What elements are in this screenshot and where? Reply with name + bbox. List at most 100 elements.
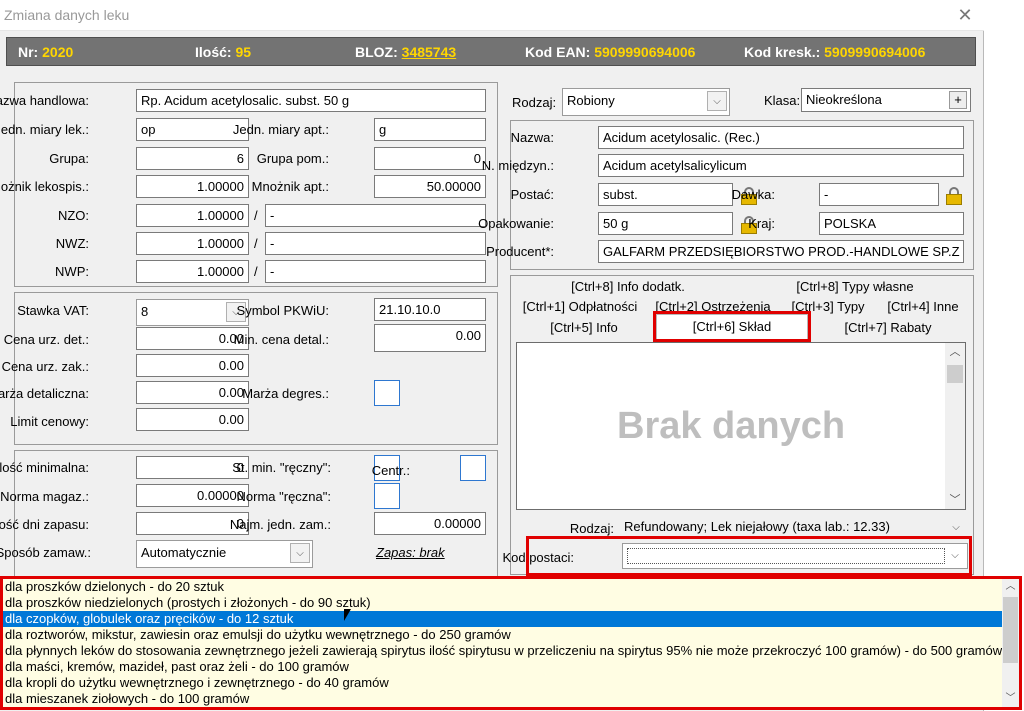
nwp-label: NWP: [55,264,89,279]
nazwa-input[interactable]: Acidum acetylosalic. (Rec.) [598,126,964,149]
nzo-input[interactable]: 1.00000 [136,204,249,227]
nzo-label: NZO: [57,208,89,223]
nwp-extra-input[interactable]: - [265,260,486,283]
content-scrollbar[interactable]: ︿ ﹀ [945,343,965,509]
scroll-thumb[interactable] [1003,597,1018,663]
vat-select[interactable]: 8 ⌵ [136,299,249,326]
sklad-content: Brak danych ︿ ﹀ [516,342,966,510]
window-title: Zmiana danych leku [4,7,130,23]
nwp-input[interactable]: 1.00000 [136,260,249,283]
chevron-down-icon[interactable]: ⌵ [290,543,310,563]
dropdown-option-list: dla proszków dzielonych - do 20 sztuk dla… [3,579,1019,707]
rodzaj-value: Robiony [567,93,615,108]
chevron-down-icon[interactable]: ⌵ [946,518,966,538]
kod-postaci-select[interactable]: ⌵ [622,543,968,569]
title-bar: Zmiana danych leku ✕ [0,0,984,31]
dawka-label: Dawka: [731,187,775,202]
klasa-label: Klasa: [764,93,801,108]
dni-label: Ilość dni zapasu: [0,517,89,532]
klasa-input[interactable]: Nieokreślona + [801,88,971,112]
nwz-input[interactable]: 1.00000 [136,232,249,255]
mnoznik-lek-input[interactable]: 1.00000 [136,175,249,198]
nzo-extra-input[interactable]: - [265,204,486,227]
grupa-input[interactable]: 6 [136,147,249,170]
nwz-extra-input[interactable]: - [265,232,486,255]
zapas-link[interactable]: Zapas: brak [376,545,445,560]
bloz-link[interactable]: 3485743 [402,44,457,60]
mnoznik-apt-input[interactable]: 50.00000 [374,175,486,198]
rodzaj-label: Rodzaj: [512,95,557,110]
klasa-value: Nieokreślona [806,92,882,107]
pkwiu-label: Symbol PKWiU: [236,303,329,318]
lock-icon[interactable] [946,187,962,205]
pkwiu-input[interactable]: 21.10.10.0 [374,298,486,321]
cena-det-input[interactable]: 0.00 [136,327,249,350]
kod-postaci-focus [627,548,945,564]
postac-label: Postać: [510,187,554,202]
scroll-up-icon[interactable]: ︿ [945,343,965,361]
kod-postaci-label: Kod postaci: [502,550,574,565]
dropdown-option[interactable]: dla proszków dzielonych - do 20 sztuk [3,579,1019,595]
dawka-input[interactable]: - [819,183,939,206]
limit-input[interactable]: 0.00 [136,408,249,431]
grupa-pom-input[interactable]: 0 [374,147,486,170]
dropdown-scrollbar[interactable]: ︿ ﹀ [1002,579,1019,707]
rodzaj-select[interactable]: Robiony ⌵ [562,88,730,116]
nwz-slash: / [254,236,258,251]
dropdown-option[interactable]: dla kropli do użytku wewnętrznego i zewn… [3,675,1019,691]
tab-odplatnosci[interactable]: [Ctrl+1] Odpłatności [514,297,646,317]
postac-input[interactable]: subst. [598,183,733,206]
tab-inne[interactable]: [Ctrl+4] Inne [878,297,968,317]
min-cena-label: Min. cena detal.: [233,332,329,347]
nr-field: Nr: 2020 [18,44,74,60]
scroll-down-icon[interactable]: ﹀ [945,491,965,509]
kod-postaci-dropdown[interactable]: dla proszków dzielonych - do 20 sztuk dla… [0,576,1022,710]
st-min-label: St. min. "ręczny": [232,460,331,475]
mnoznik-lek-label: Mnożnik lekospis.: [0,179,89,194]
cena-zak-label: Cena urz. zak.: [1,359,89,374]
tab-rabaty[interactable]: [Ctrl+7] Rabaty [810,318,966,338]
tab-sklad-highlight [653,311,811,342]
norma-mag-input[interactable]: 0.00000 [136,484,249,507]
producent-input[interactable]: GALFARM PRZEDSIĘBIORSTWO PROD.-HANDLOWE … [598,240,964,263]
min-cena-input[interactable]: 0.00 [374,324,486,352]
chevron-down-icon[interactable]: ⌵ [707,91,727,111]
dropdown-option[interactable]: dla maści, kremów, mazideł, past oraz że… [3,659,1019,675]
rodzaj-refund-label: Rodzaj: [569,521,614,536]
kraj-input[interactable]: POLSKA [819,212,964,235]
scroll-down-icon[interactable]: ﹀ [1002,691,1019,707]
marza-deg-input[interactable] [374,380,400,406]
scroll-thumb[interactable] [947,365,963,383]
opak-label: Opakowanie: [478,216,554,231]
dropdown-option[interactable]: dla czopków, globulek oraz pręcików - do… [3,611,1019,627]
kresk-field: Kod kresk.: 5909990694006 [744,44,926,60]
nmiedzyn-input[interactable]: Acidum acetylsalicylicum [598,154,964,177]
marza-det-input[interactable]: 0.00 [136,381,249,404]
jm-apt-input[interactable]: g [374,118,486,141]
norma-r-input[interactable] [374,483,400,509]
centr-input[interactable] [460,455,486,481]
sposob-select[interactable]: Automatycznie ⌵ [136,540,313,568]
marza-deg-label: Marża degres.: [242,386,329,401]
dropdown-option[interactable]: dla proszków niedzielonych (prostych i z… [3,595,1019,611]
dropdown-option[interactable]: dla płynnych leków do stosowania zewnętr… [3,643,1019,659]
rodzaj-refund-value: Refundowany; Lek niejałowy (taxa lab.: 1… [624,519,890,534]
grupa-pom-label: Grupa pom.: [256,151,329,166]
scroll-up-icon[interactable]: ︿ [1002,579,1019,595]
sposob-value: Automatycznie [141,545,227,560]
tab-info[interactable]: [Ctrl+5] Info [514,318,654,338]
cena-det-label: Cena urz. det.: [3,332,89,347]
najm-input[interactable]: 0.00000 [374,512,486,535]
nazwa-handlowa-input[interactable]: Rp. Acidum acetylosalic. subst. 50 g [136,89,486,112]
dropdown-option[interactable]: dla mieszanek ziołowych - do 100 gramów [3,691,1019,707]
chevron-down-icon[interactable]: ⌵ [945,546,965,566]
nazwa-label: Nazwa: [510,130,554,145]
cena-zak-input[interactable]: 0.00 [136,354,249,377]
mnoznik-apt-label: Mnożnik apt.: [251,179,329,194]
tab-info-dodatk[interactable]: [Ctrl+8] Info dodatk. [514,277,742,297]
tab-typy-wlasne[interactable]: [Ctrl+8] Typy własne [742,277,968,297]
klasa-button[interactable]: + [949,91,967,109]
opak-input[interactable]: 50 g [598,212,733,235]
close-icon[interactable]: ✕ [955,4,975,26]
dropdown-option[interactable]: dla roztworów, mikstur, zawiesin oraz em… [3,627,1019,643]
